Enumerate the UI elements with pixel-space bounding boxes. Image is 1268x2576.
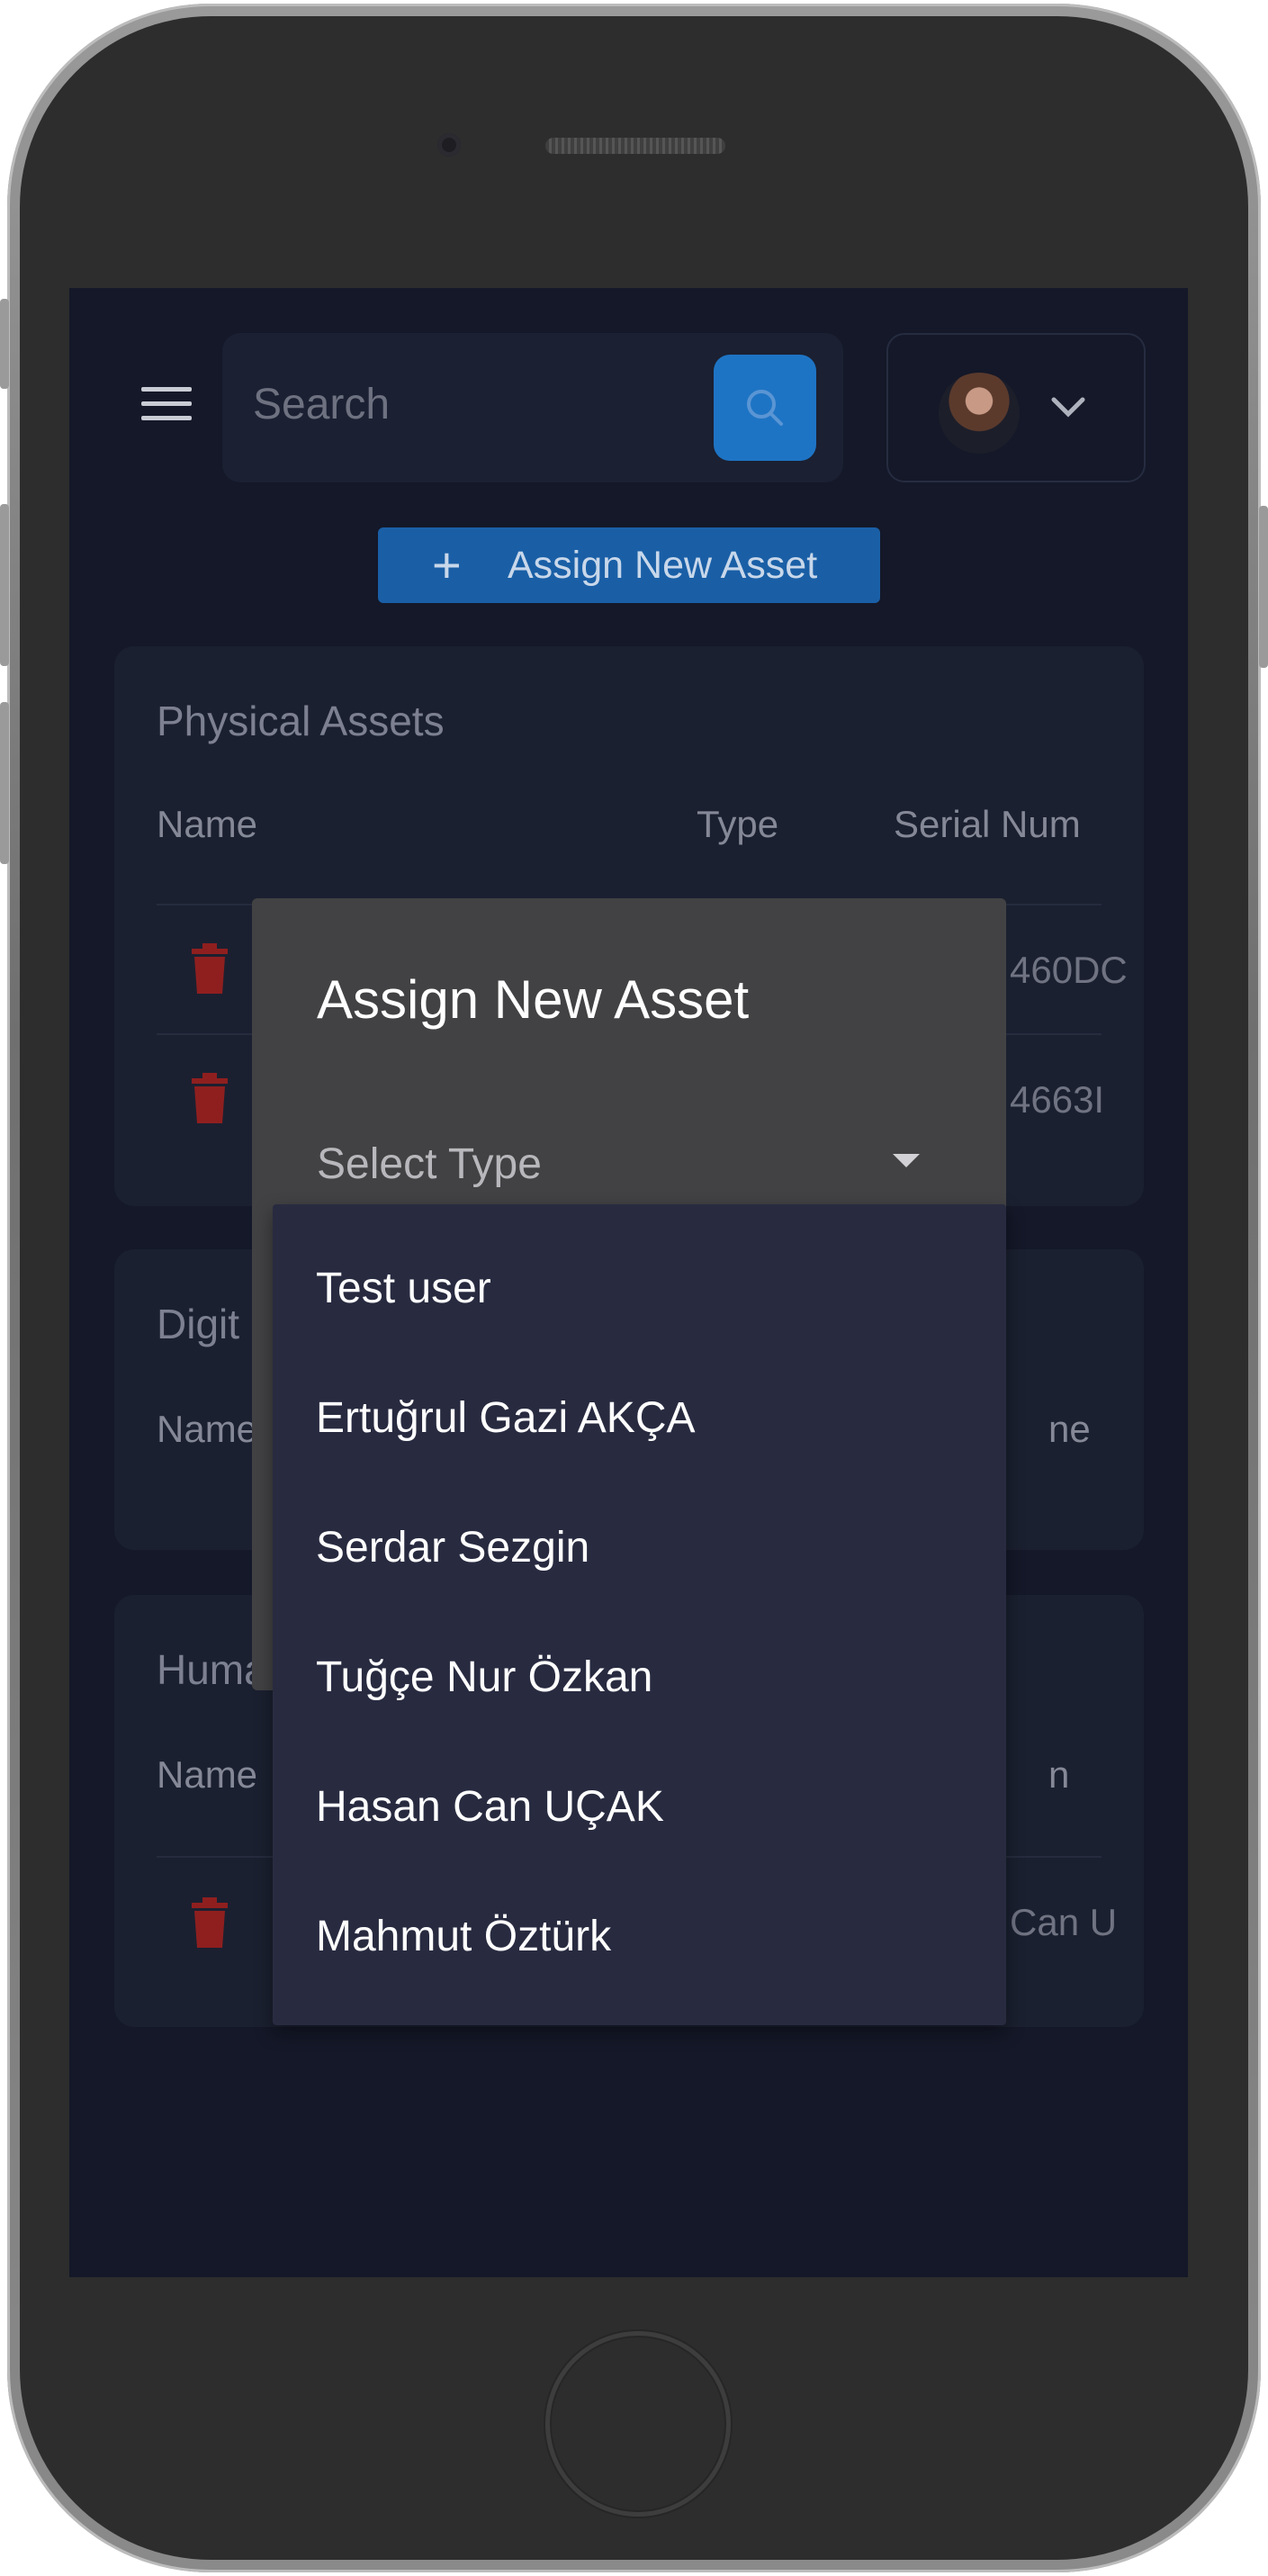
plus-icon: + <box>432 536 462 593</box>
profile-menu[interactable] <box>886 333 1146 482</box>
dropdown-option[interactable]: Serdar Sezgin <box>316 1523 589 1572</box>
search-icon <box>747 390 783 426</box>
volume-down-button <box>0 702 9 864</box>
column-header-name: Name <box>157 1753 258 1796</box>
mute-switch <box>0 299 9 389</box>
column-header-name: Name <box>157 1408 258 1450</box>
select-type-field[interactable]: Select Type <box>317 1139 542 1189</box>
app-screen: Search + Assign New Asset Physical Asset… <box>69 288 1188 2277</box>
dropdown-option[interactable]: Ertuğrul Gazi AKÇA <box>316 1393 696 1443</box>
volume-up-button <box>0 504 9 666</box>
column-header-name: Name <box>157 803 258 845</box>
dropdown-option[interactable]: Hasan Can UÇAK <box>316 1782 664 1832</box>
hamburger-menu-icon[interactable] <box>141 387 192 423</box>
column-header-type: Type <box>697 803 779 845</box>
select-type-dropdown: Test user Ertuğrul Gazi AKÇA Serdar Sezg… <box>273 1204 1006 2025</box>
card-title: Huma <box>157 1646 267 1693</box>
speaker-grille <box>545 138 725 154</box>
dropdown-option[interactable]: Test user <box>316 1264 491 1313</box>
avatar <box>939 373 1020 454</box>
dropdown-option[interactable]: Tuğçe Nur Özkan <box>316 1653 652 1702</box>
assign-button-label: Assign New Asset <box>508 544 818 587</box>
serial-cell: 4663I <box>1010 1078 1105 1121</box>
dropdown-option[interactable]: Mahmut Öztürk <box>316 1912 611 1961</box>
serial-cell: 460DC <box>1010 949 1128 991</box>
search-bar[interactable]: Search <box>222 333 843 482</box>
front-camera-icon <box>437 133 461 157</box>
trash-icon[interactable] <box>190 1073 229 1123</box>
power-button <box>1259 506 1268 668</box>
card-title: Physical Assets <box>157 698 445 744</box>
trash-icon[interactable] <box>190 943 229 994</box>
column-header: ne <box>1048 1408 1091 1450</box>
dialog-title: Assign New Asset <box>317 969 750 1030</box>
search-input[interactable]: Search <box>253 380 390 429</box>
chevron-down-icon <box>1051 397 1085 418</box>
assign-new-asset-button[interactable]: + Assign New Asset <box>378 527 880 603</box>
assignee-cell: Can U <box>1010 1901 1118 1943</box>
trash-icon[interactable] <box>190 1897 229 1948</box>
dropdown-caret-icon[interactable] <box>893 1154 920 1167</box>
search-button[interactable] <box>714 355 816 461</box>
column-header: n <box>1048 1753 1070 1796</box>
home-button[interactable] <box>545 2331 731 2517</box>
card-title: Digit <box>157 1301 240 1347</box>
column-header-serial: Serial Num <box>894 803 1081 845</box>
